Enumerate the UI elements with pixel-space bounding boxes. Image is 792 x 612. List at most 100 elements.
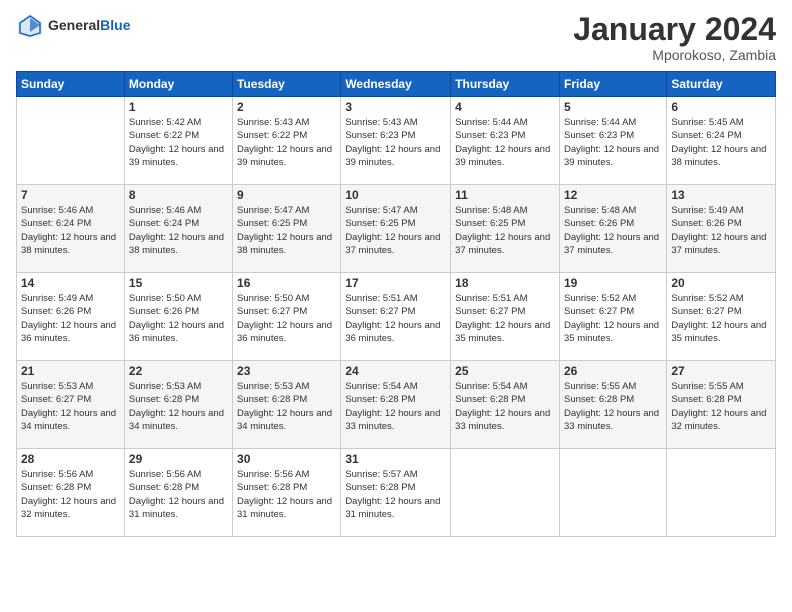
location: Mporokoso, Zambia [573, 47, 776, 63]
calendar-cell: 28 Sunrise: 5:56 AM Sunset: 6:28 PM Dayli… [17, 449, 125, 537]
header: GeneralBlue January 2024 Mporokoso, Zamb… [16, 12, 776, 63]
calendar-cell [559, 449, 666, 537]
day-number: 5 [564, 100, 662, 114]
logo-general: General [48, 17, 100, 33]
calendar-cell: 30Sunrise: 5:56 AM Sunset: 6:28 PM Dayli… [233, 449, 341, 537]
col-tuesday: Tuesday [233, 72, 341, 97]
day-info: Sunrise: 5:42 AM Sunset: 6:22 PM Dayligh… [129, 116, 228, 169]
day-number: 21 [21, 364, 120, 378]
calendar-cell: 9 Sunrise: 5:47 AM Sunset: 6:25 PM Daylig… [233, 185, 341, 273]
calendar-cell: 18 Sunrise: 5:51 AM Sunset: 6:27 PM Dayli… [451, 273, 560, 361]
calendar-cell: 12Sunrise: 5:48 AM Sunset: 6:26 PM Dayli… [559, 185, 666, 273]
day-number: 8 [129, 188, 228, 202]
day-info: Sunrise: 5:50 AM Sunset: 6:26 PM Dayligh… [129, 292, 228, 345]
calendar-cell: 19Sunrise: 5:52 AM Sunset: 6:27 PM Dayli… [559, 273, 666, 361]
calendar-cell: 3Sunrise: 5:43 AM Sunset: 6:23 PM Daylig… [341, 97, 451, 185]
day-number: 25 [455, 364, 555, 378]
calendar-cell: 5 Sunrise: 5:44 AM Sunset: 6:23 PM Daylig… [559, 97, 666, 185]
day-info: Sunrise: 5:51 AM Sunset: 6:27 PM Dayligh… [345, 292, 446, 345]
col-saturday: Saturday [667, 72, 776, 97]
calendar-cell: 16Sunrise: 5:50 AM Sunset: 6:27 PM Dayli… [233, 273, 341, 361]
day-number: 12 [564, 188, 662, 202]
day-info: Sunrise: 5:47 AM Sunset: 6:25 PM Dayligh… [237, 204, 336, 257]
day-info: Sunrise: 5:47 AM Sunset: 6:25 PM Dayligh… [345, 204, 446, 257]
week-row-0: 1Sunrise: 5:42 AM Sunset: 6:22 PM Daylig… [17, 97, 776, 185]
day-number: 20 [671, 276, 771, 290]
col-sunday: Sunday [17, 72, 125, 97]
day-number: 4 [455, 100, 555, 114]
day-number: 30 [237, 452, 336, 466]
day-number: 23 [237, 364, 336, 378]
calendar-cell: 8Sunrise: 5:46 AM Sunset: 6:24 PM Daylig… [124, 185, 232, 273]
day-info: Sunrise: 5:45 AM Sunset: 6:24 PM Dayligh… [671, 116, 771, 169]
week-row-3: 21 Sunrise: 5:53 AM Sunset: 6:27 PM Dayli… [17, 361, 776, 449]
day-number: 24 [345, 364, 446, 378]
calendar-cell: 26 Sunrise: 5:55 AM Sunset: 6:28 PM Dayli… [559, 361, 666, 449]
week-row-4: 28 Sunrise: 5:56 AM Sunset: 6:28 PM Dayli… [17, 449, 776, 537]
week-row-1: 7 Sunrise: 5:46 AM Sunset: 6:24 PM Daylig… [17, 185, 776, 273]
day-number: 15 [129, 276, 228, 290]
day-info: Sunrise: 5:53 AM Sunset: 6:28 PM Dayligh… [237, 380, 336, 433]
calendar-cell: 22 Sunrise: 5:53 AM Sunset: 6:28 PM Dayli… [124, 361, 232, 449]
day-number: 16 [237, 276, 336, 290]
month-year: January 2024 [573, 12, 776, 47]
day-info: Sunrise: 5:53 AM Sunset: 6:27 PM Dayligh… [21, 380, 120, 433]
calendar-cell: 14 Sunrise: 5:49 AM Sunset: 6:26 PM Dayli… [17, 273, 125, 361]
day-number: 2 [237, 100, 336, 114]
calendar-cell: 24Sunrise: 5:54 AM Sunset: 6:28 PM Dayli… [341, 361, 451, 449]
day-info: Sunrise: 5:55 AM Sunset: 6:28 PM Dayligh… [671, 380, 771, 433]
calendar-cell: 20 Sunrise: 5:52 AM Sunset: 6:27 PM Dayli… [667, 273, 776, 361]
day-info: Sunrise: 5:49 AM Sunset: 6:26 PM Dayligh… [21, 292, 120, 345]
calendar-cell [451, 449, 560, 537]
day-number: 26 [564, 364, 662, 378]
day-number: 10 [345, 188, 446, 202]
day-number: 13 [671, 188, 771, 202]
day-info: Sunrise: 5:53 AM Sunset: 6:28 PM Dayligh… [129, 380, 228, 433]
calendar-cell: 25 Sunrise: 5:54 AM Sunset: 6:28 PM Dayli… [451, 361, 560, 449]
day-info: Sunrise: 5:44 AM Sunset: 6:23 PM Dayligh… [564, 116, 662, 169]
day-info: Sunrise: 5:54 AM Sunset: 6:28 PM Dayligh… [455, 380, 555, 433]
header-row: Sunday Monday Tuesday Wednesday Thursday… [17, 72, 776, 97]
day-number: 31 [345, 452, 446, 466]
day-number: 19 [564, 276, 662, 290]
col-thursday: Thursday [451, 72, 560, 97]
day-number: 22 [129, 364, 228, 378]
calendar-cell: 2 Sunrise: 5:43 AM Sunset: 6:22 PM Daylig… [233, 97, 341, 185]
logo-icon [16, 12, 44, 40]
day-info: Sunrise: 5:43 AM Sunset: 6:22 PM Dayligh… [237, 116, 336, 169]
day-info: Sunrise: 5:44 AM Sunset: 6:23 PM Dayligh… [455, 116, 555, 169]
day-number: 29 [129, 452, 228, 466]
day-info: Sunrise: 5:48 AM Sunset: 6:25 PM Dayligh… [455, 204, 555, 257]
day-info: Sunrise: 5:46 AM Sunset: 6:24 PM Dayligh… [21, 204, 120, 257]
day-number: 7 [21, 188, 120, 202]
calendar-cell: 4 Sunrise: 5:44 AM Sunset: 6:23 PM Daylig… [451, 97, 560, 185]
calendar-table: Sunday Monday Tuesday Wednesday Thursday… [16, 71, 776, 537]
calendar-cell: 15 Sunrise: 5:50 AM Sunset: 6:26 PM Dayli… [124, 273, 232, 361]
calendar-cell: 7 Sunrise: 5:46 AM Sunset: 6:24 PM Daylig… [17, 185, 125, 273]
week-row-2: 14 Sunrise: 5:49 AM Sunset: 6:26 PM Dayli… [17, 273, 776, 361]
day-info: Sunrise: 5:55 AM Sunset: 6:28 PM Dayligh… [564, 380, 662, 433]
day-info: Sunrise: 5:49 AM Sunset: 6:26 PM Dayligh… [671, 204, 771, 257]
page: GeneralBlue January 2024 Mporokoso, Zamb… [0, 0, 792, 612]
day-number: 14 [21, 276, 120, 290]
calendar-cell: 21 Sunrise: 5:53 AM Sunset: 6:27 PM Dayli… [17, 361, 125, 449]
day-number: 9 [237, 188, 336, 202]
logo: GeneralBlue [16, 12, 130, 40]
calendar-cell: 17 Sunrise: 5:51 AM Sunset: 6:27 PM Dayli… [341, 273, 451, 361]
day-info: Sunrise: 5:56 AM Sunset: 6:28 PM Dayligh… [129, 468, 228, 521]
day-number: 17 [345, 276, 446, 290]
day-info: Sunrise: 5:52 AM Sunset: 6:27 PM Dayligh… [671, 292, 771, 345]
day-number: 28 [21, 452, 120, 466]
day-number: 27 [671, 364, 771, 378]
calendar-cell: 31Sunrise: 5:57 AM Sunset: 6:28 PM Dayli… [341, 449, 451, 537]
calendar-cell: 23 Sunrise: 5:53 AM Sunset: 6:28 PM Dayli… [233, 361, 341, 449]
day-info: Sunrise: 5:43 AM Sunset: 6:23 PM Dayligh… [345, 116, 446, 169]
col-friday: Friday [559, 72, 666, 97]
logo-text: GeneralBlue [48, 18, 130, 33]
day-info: Sunrise: 5:51 AM Sunset: 6:27 PM Dayligh… [455, 292, 555, 345]
day-info: Sunrise: 5:56 AM Sunset: 6:28 PM Dayligh… [21, 468, 120, 521]
logo-blue: Blue [100, 17, 130, 33]
day-number: 18 [455, 276, 555, 290]
col-wednesday: Wednesday [341, 72, 451, 97]
col-monday: Monday [124, 72, 232, 97]
